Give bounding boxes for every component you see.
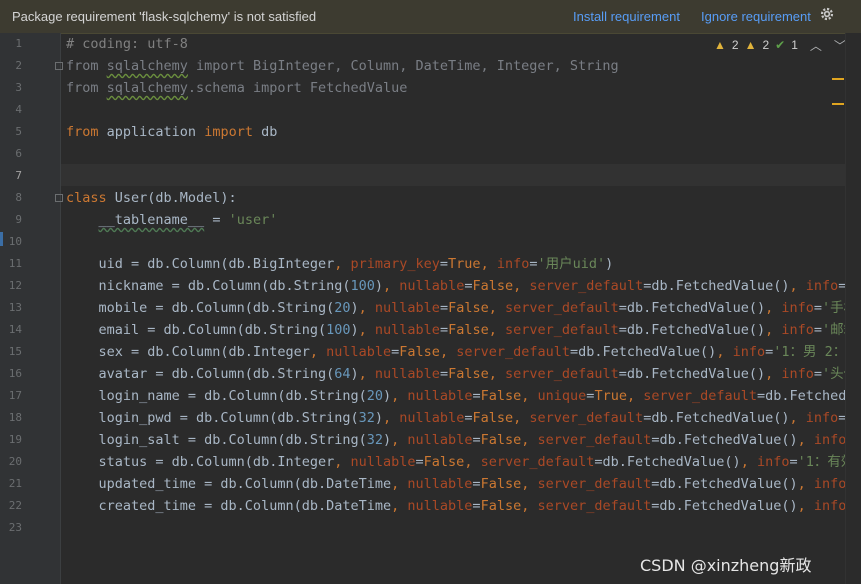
line-number: 11 [8, 257, 22, 270]
code-line-12: nickname = db.Column(db.String(100), nul… [66, 278, 846, 294]
warning-stripe-mark[interactable] [832, 78, 844, 80]
line-number: 23 [8, 521, 22, 534]
chevron-up-icon[interactable]: ︿ [810, 37, 822, 54]
code-line-1: # coding: utf-8 [66, 36, 188, 52]
line-number: 1 [15, 37, 22, 50]
line-number: 4 [15, 103, 22, 116]
current-line-highlight [61, 164, 845, 186]
line-number: 17 [8, 389, 22, 402]
check-icon: ✔ [775, 38, 786, 52]
line-number: 15 [8, 345, 22, 358]
warning-stripe-mark[interactable] [832, 103, 844, 105]
line-number: 19 [8, 433, 22, 446]
code-line-18: login_pwd = db.Column(db.String(32), nul… [66, 410, 846, 426]
line-number: 13 [8, 301, 22, 314]
line-number: 20 [8, 455, 22, 468]
code-line-2: from sqlalchemy import BigInteger, Colum… [66, 58, 619, 74]
gear-icon[interactable] [819, 6, 835, 22]
banner-message: Package requirement 'flask-sqlchemy' is … [12, 9, 317, 24]
line-number: 16 [8, 367, 22, 380]
code-line-21: updated_time = db.Column(db.DateTime, nu… [66, 476, 846, 492]
warning-icon: ▲ [714, 38, 726, 52]
line-number: 12 [8, 279, 22, 292]
code-line-8: class User(db.Model): [66, 190, 237, 206]
code-line-3: from sqlalchemy.schema import FetchedVal… [66, 80, 408, 96]
line-number: 7 [15, 169, 22, 182]
code-editor[interactable]: # coding: utf-8 from sqlalchemy import B… [61, 33, 845, 584]
scrollbar[interactable] [845, 33, 861, 584]
code-line-13: mobile = db.Column(db.String(20), nullab… [66, 300, 846, 316]
warning-count-2: 2 [762, 38, 770, 52]
line-number: 14 [8, 323, 22, 336]
line-number: 10 [8, 235, 22, 248]
code-line-14: email = db.Column(db.String(100), nullab… [66, 322, 846, 338]
code-line-19: login_salt = db.Column(db.String(32), nu… [66, 432, 846, 448]
code-line-16: avatar = db.Column(db.String(64), nullab… [66, 366, 846, 382]
line-number: 9 [15, 213, 22, 226]
code-line-15: sex = db.Column(db.Integer, nullable=Fal… [66, 344, 846, 360]
line-number: 22 [8, 499, 22, 512]
inspection-widget[interactable]: ▲ 2 ▲ 2 ✔ 1 ︿ ﹀ [714, 36, 846, 54]
code-line-20: status = db.Column(db.Integer, nullable=… [66, 454, 846, 470]
line-number-gutter: 1 2 3 4 5 6 7 8 9 10 11 12 13 14 15 16 17 18 19 20 21 22 23 [0, 33, 63, 584]
warning-count-1: 2 [731, 38, 739, 52]
ok-count: 1 [791, 38, 798, 52]
line-number: 21 [8, 477, 22, 490]
code-line-22: created_time = db.Column(db.DateTime, nu… [66, 498, 846, 514]
line-number: 5 [15, 125, 22, 138]
change-marker [0, 232, 3, 246]
line-number: 6 [15, 147, 22, 160]
code-line-9: __tablename__ = 'user' [98, 212, 278, 228]
line-number: 3 [15, 81, 22, 94]
watermark: CSDN @xinzheng新政 [640, 556, 812, 575]
line-number: 18 [8, 411, 22, 424]
line-number: 8 [15, 191, 22, 204]
code-line-11: uid = db.Column(db.BigInteger, primary_k… [66, 256, 614, 272]
line-number: 2 [15, 59, 22, 72]
install-requirement-link[interactable]: Install requirement [573, 9, 680, 24]
weak-warning-icon: ▲ [744, 38, 757, 52]
code-line-17: login_name = db.Column(db.String(20), nu… [66, 388, 846, 404]
code-line-5: from application import db [66, 124, 278, 140]
requirement-banner: Package requirement 'flask-sqlchemy' is … [0, 0, 861, 34]
ignore-requirement-link[interactable]: Ignore requirement [701, 9, 811, 24]
